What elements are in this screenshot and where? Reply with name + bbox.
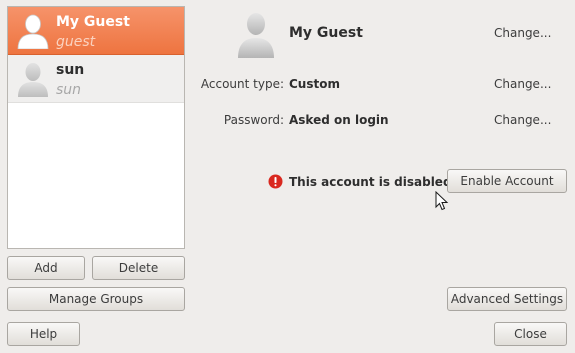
add-user-button[interactable]: Add [7, 256, 85, 280]
user-login: sun [56, 82, 82, 98]
delete-user-button[interactable]: Delete [92, 256, 185, 280]
manage-groups-button[interactable]: Manage Groups [7, 287, 185, 311]
user-row-my-guest[interactable]: My Guest guest [8, 7, 184, 55]
change-name-link[interactable]: Change... [494, 26, 551, 40]
user-name: My Guest [56, 14, 130, 30]
account-name: My Guest [289, 25, 363, 41]
account-type-label: Account type: [200, 77, 284, 91]
change-account-type-link[interactable]: Change... [494, 77, 551, 91]
mouse-pointer-icon [435, 191, 449, 211]
user-row-sun[interactable]: sun sun [8, 55, 184, 103]
enable-account-button[interactable]: Enable Account [447, 169, 567, 193]
password-value: Asked on login [289, 113, 389, 127]
user-avatar-icon [17, 14, 49, 49]
account-disabled-message: This account is disabled. [289, 175, 457, 189]
password-label: Password: [223, 113, 284, 127]
advanced-settings-button[interactable]: Advanced Settings [447, 287, 567, 311]
user-avatar-icon [18, 63, 48, 97]
user-list[interactable]: My Guest guest sun sun [7, 6, 185, 249]
user-login: guest [56, 34, 96, 50]
user-name: sun [56, 62, 85, 78]
help-button[interactable]: Help [7, 322, 80, 346]
account-avatar-icon[interactable] [236, 10, 276, 58]
change-password-link[interactable]: Change... [494, 113, 551, 127]
close-button[interactable]: Close [494, 322, 567, 346]
error-icon [268, 174, 283, 189]
account-type-value: Custom [289, 77, 340, 91]
